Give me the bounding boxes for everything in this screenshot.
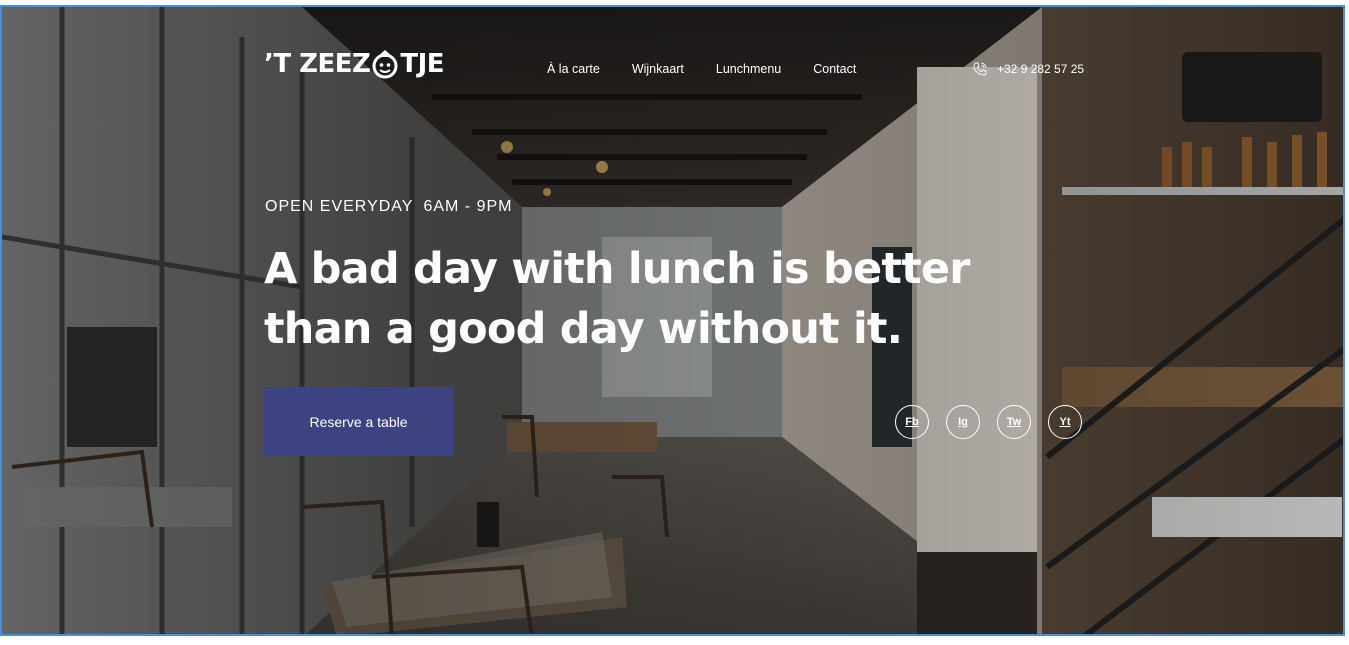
opening-hours-time: 6AM - 9PM xyxy=(423,198,513,215)
opening-hours: OPEN EVERYDAY 6AM - 9PM xyxy=(265,198,512,216)
main-navigation: À la carte Wijnkaart Lunchmenu Contact xyxy=(547,62,888,76)
nav-link-wijnkaart[interactable]: Wijnkaart xyxy=(632,62,684,76)
twitter-link[interactable]: Tw xyxy=(997,405,1031,439)
nav-link-lunchmenu[interactable]: Lunchmenu xyxy=(716,62,781,76)
brand-name-left: ’T ZEEZ xyxy=(264,49,371,79)
opening-hours-label: OPEN EVERYDAY xyxy=(265,198,414,215)
sailor-emblem-icon xyxy=(372,50,398,79)
reserve-table-button[interactable]: Reserve a table xyxy=(264,387,453,456)
brand-logo[interactable]: ’T ZEEZ TJE xyxy=(264,47,445,81)
phone-icon xyxy=(973,62,987,76)
social-links: Fb Ig Tw Yt xyxy=(895,405,1082,439)
nav-link-a-la-carte[interactable]: À la carte xyxy=(547,62,600,76)
brand-name-right: TJE xyxy=(400,49,445,79)
instagram-link[interactable]: Ig xyxy=(946,405,980,439)
hero-headline: A bad day with lunch is better than a go… xyxy=(264,244,970,354)
facebook-link[interactable]: Fb xyxy=(895,405,929,439)
nav-link-contact[interactable]: Contact xyxy=(813,62,856,76)
phone-number: +32 9 282 57 25 xyxy=(997,62,1085,76)
browser-viewport: ’T ZEEZ TJE À la carte Wijnkaart Lunchme… xyxy=(0,5,1345,636)
phone-contact[interactable]: +32 9 282 57 25 xyxy=(972,61,1084,77)
youtube-link[interactable]: Yt xyxy=(1048,405,1082,439)
